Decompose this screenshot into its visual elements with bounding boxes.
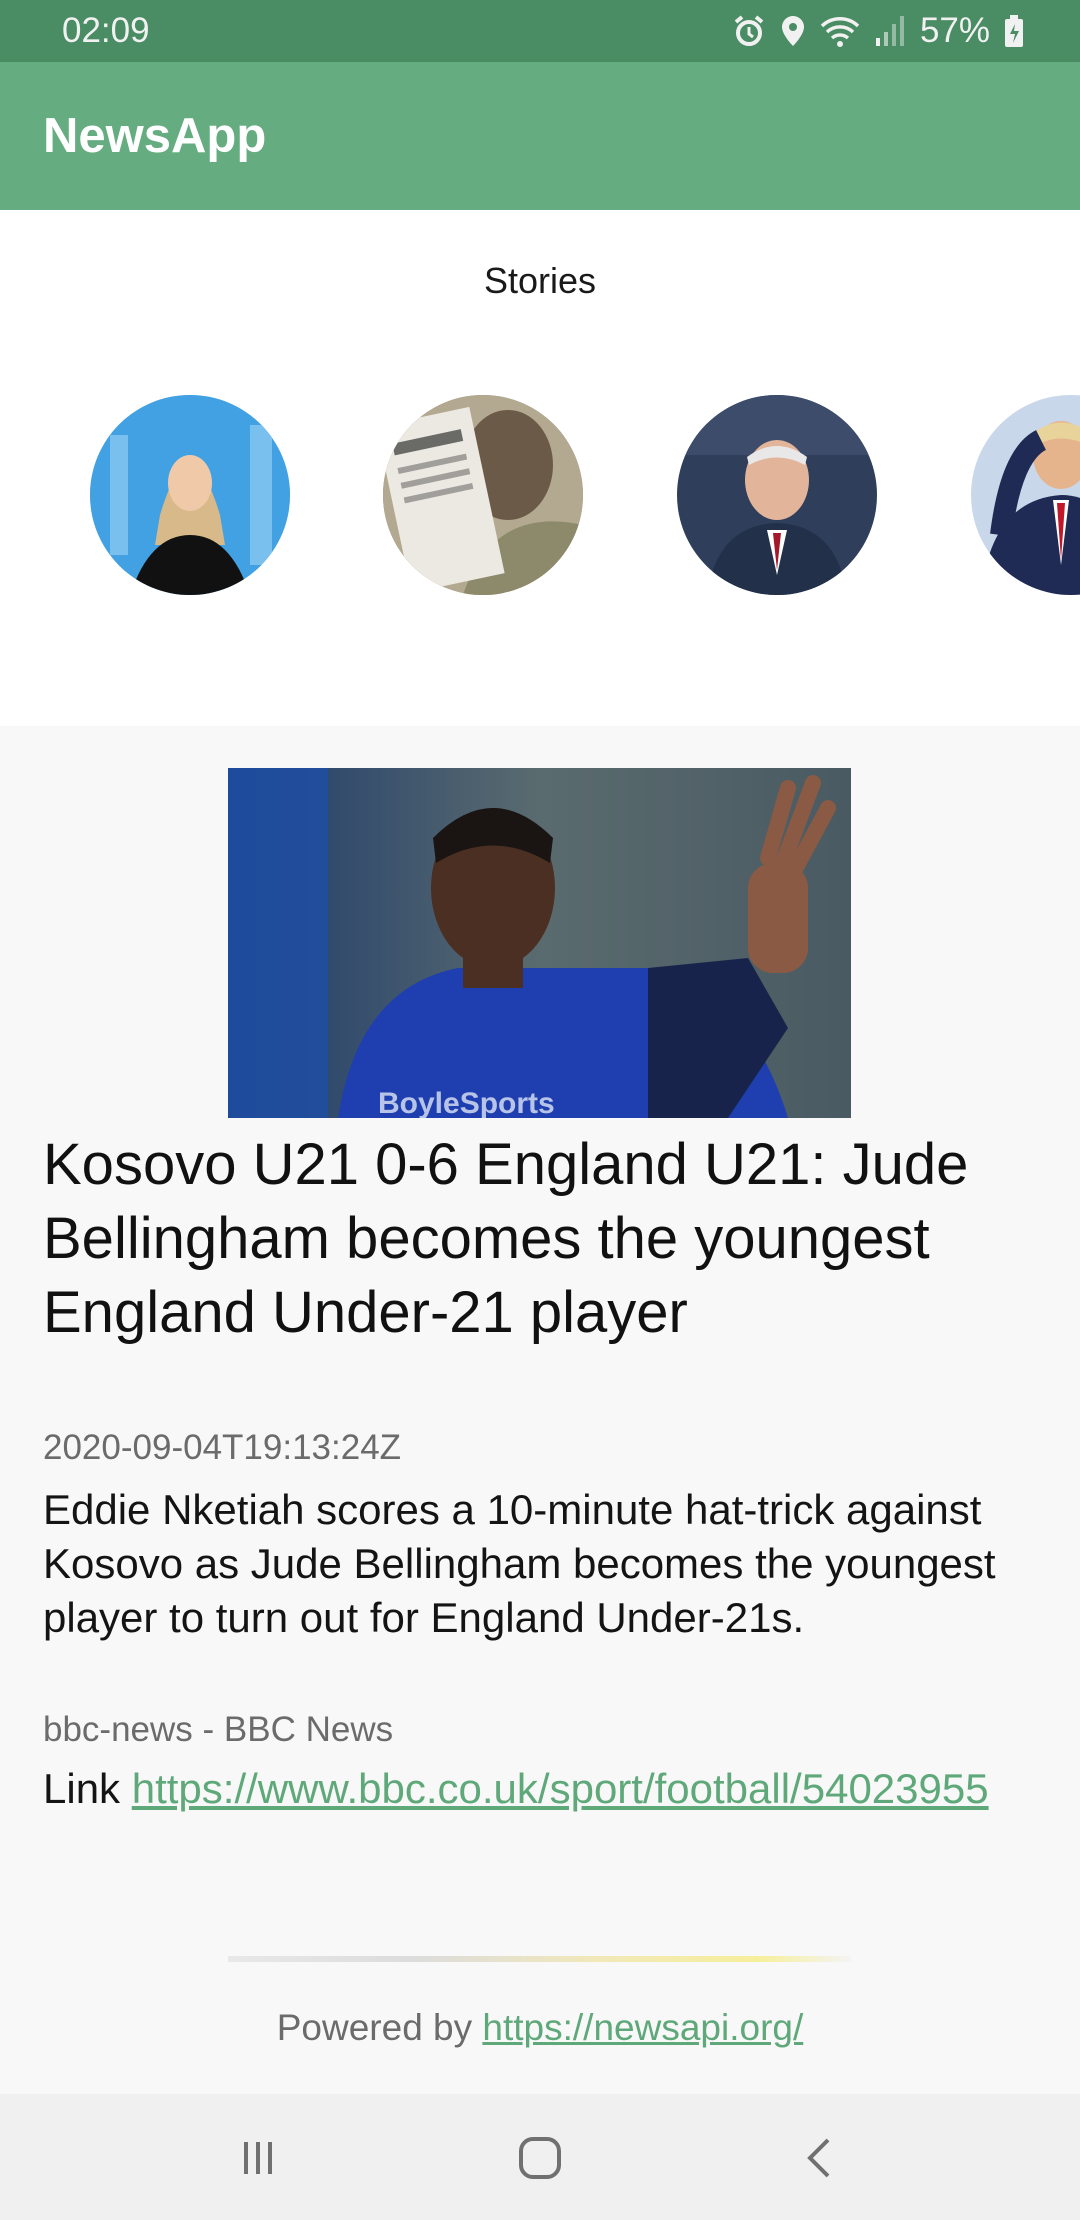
back-button[interactable] xyxy=(790,2130,850,2186)
recents-button[interactable] xyxy=(228,2130,288,2186)
stories-section[interactable]: Stories xyxy=(0,210,1080,726)
article-image[interactable]: BoyleSports xyxy=(228,768,851,1118)
link-label: Link xyxy=(43,1765,121,1812)
signal-icon xyxy=(874,14,906,48)
story-newspaper-soldier[interactable] xyxy=(383,395,583,595)
system-nav-bar xyxy=(0,2094,1080,2220)
battery-percent: 57% xyxy=(919,11,990,50)
article-link-row: Link https://www.bbc.co.uk/sport/footbal… xyxy=(43,1762,1043,1816)
powered-by-footer: Powered by https://newsapi.org/ xyxy=(0,2007,1080,2049)
home-icon xyxy=(519,2137,561,2179)
status-bar: 02:09 57% xyxy=(0,0,1080,62)
article-date: 2020-09-04T19:13:24Z xyxy=(43,1428,402,1467)
article-headline: Kosovo U21 0-6 England U21: Jude Belling… xyxy=(43,1132,969,1345)
app-title: NewsApp xyxy=(43,109,267,163)
stories-title: Stories xyxy=(483,260,597,301)
status-time: 02:09 xyxy=(62,11,150,50)
article-source: bbc-news - BBC News xyxy=(43,1710,394,1749)
back-icon xyxy=(807,2138,830,2178)
powered-by-label: Powered by xyxy=(276,2007,473,2048)
powered-by-link[interactable]: https://newsapi.org/ xyxy=(482,2007,803,2048)
story-salute[interactable] xyxy=(971,395,1080,595)
app-bar: NewsApp xyxy=(0,62,1080,210)
svg-text:BoyleSports: BoyleSports xyxy=(378,1087,555,1118)
recents-icon xyxy=(244,2142,272,2174)
next-article-image[interactable] xyxy=(228,1956,851,1962)
story-speaker[interactable] xyxy=(677,395,877,595)
story-news-anchor[interactable] xyxy=(90,395,290,595)
article-link[interactable]: https://www.bbc.co.uk/sport/football/540… xyxy=(132,1765,989,1812)
battery-icon xyxy=(1004,14,1024,48)
status-icons: 57% xyxy=(732,11,1024,51)
wifi-icon xyxy=(820,14,860,48)
alarm-icon xyxy=(732,14,766,48)
article-description: Eddie Nketiah scores a 10-minute hat-tri… xyxy=(43,1486,996,1641)
location-icon xyxy=(780,14,806,48)
home-button[interactable] xyxy=(510,2130,570,2186)
